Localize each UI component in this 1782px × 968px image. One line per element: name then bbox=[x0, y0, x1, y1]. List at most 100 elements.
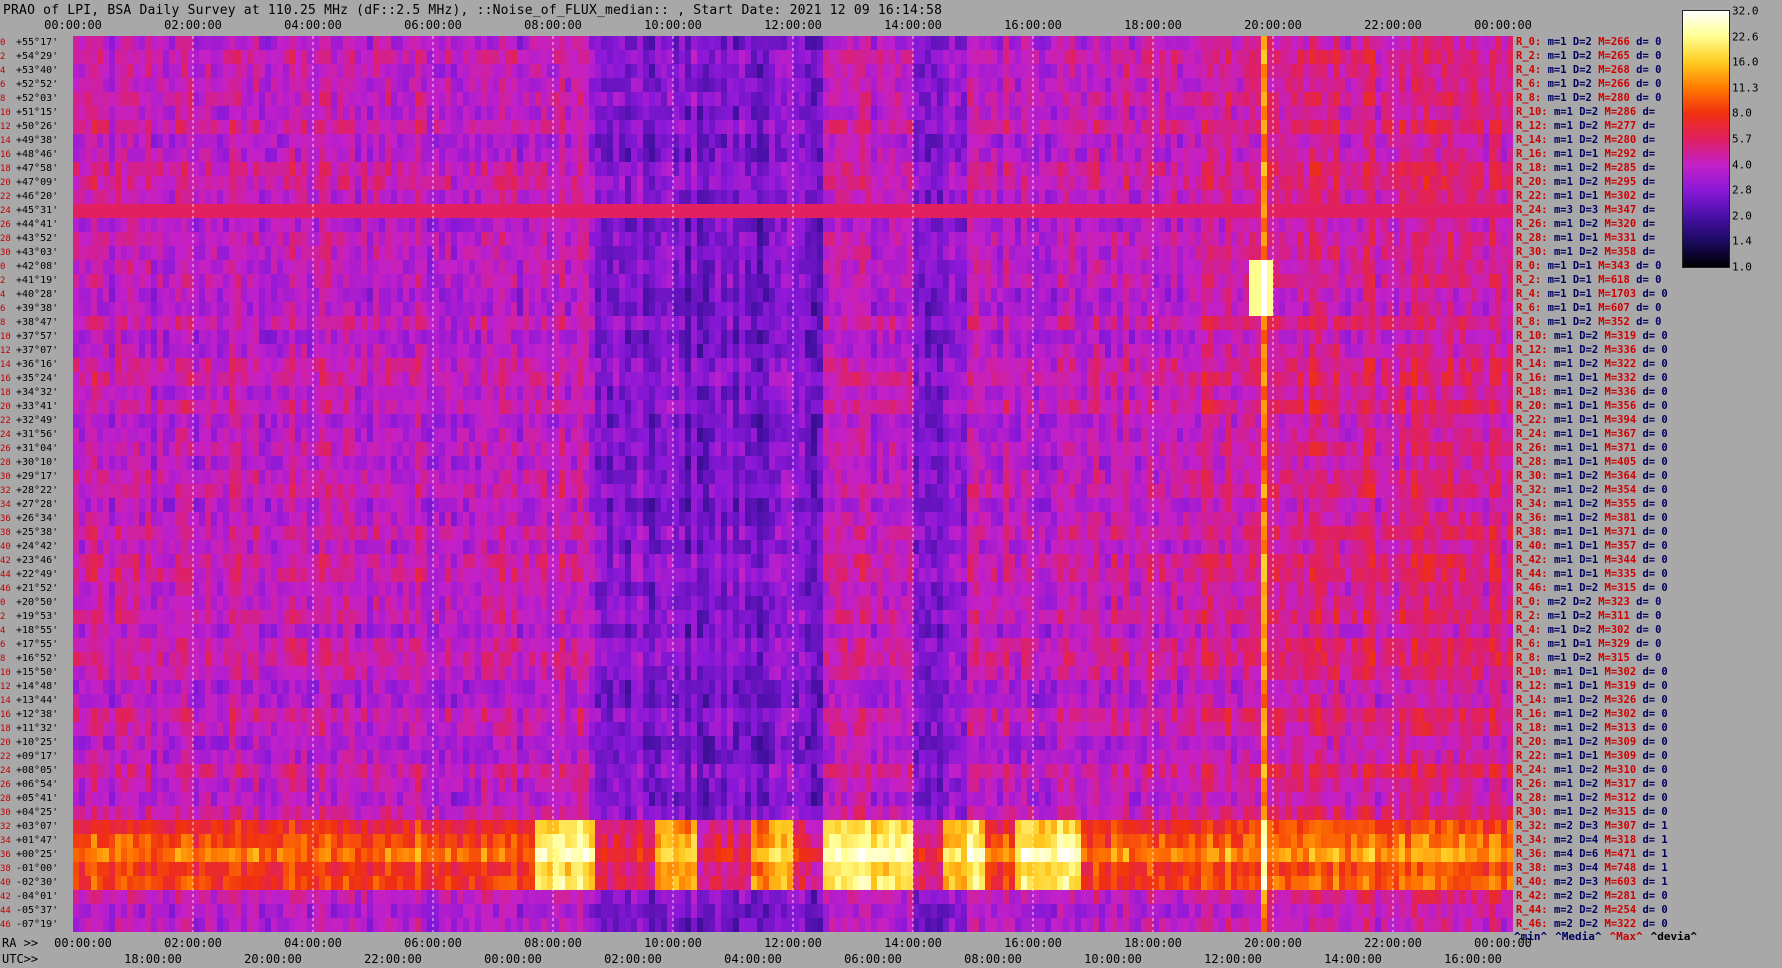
heatmap-cell bbox=[1453, 106, 1460, 121]
heatmap-cell bbox=[145, 162, 152, 177]
heatmap-cell bbox=[709, 120, 716, 135]
heatmap-cell bbox=[1393, 134, 1400, 149]
heatmap-cell bbox=[883, 218, 890, 233]
heatmap-cell bbox=[469, 176, 476, 191]
heatmap-cell bbox=[943, 176, 950, 191]
heatmap-cell bbox=[1069, 190, 1076, 205]
heatmap-cell bbox=[1237, 190, 1244, 205]
heatmap-cell bbox=[1123, 176, 1130, 191]
heatmap-cell bbox=[943, 92, 950, 107]
declination-value: +52°52' bbox=[16, 79, 59, 90]
beam-index-label: 38 bbox=[0, 528, 11, 538]
heatmap-cell bbox=[241, 204, 248, 219]
heatmap-cell bbox=[85, 232, 92, 247]
heatmap-cell bbox=[397, 232, 404, 247]
heatmap-cell bbox=[469, 106, 476, 121]
heatmap-cell bbox=[481, 204, 488, 219]
heatmap-cell bbox=[1435, 120, 1442, 135]
heatmap-cell bbox=[499, 190, 506, 205]
heatmap-cell bbox=[571, 190, 578, 205]
heatmap-cell bbox=[1327, 78, 1334, 93]
heatmap-cell bbox=[355, 148, 362, 163]
heatmap-cell bbox=[1075, 190, 1082, 205]
heatmap-cell bbox=[865, 218, 872, 233]
heatmap-cell bbox=[433, 246, 440, 261]
heatmap-cell bbox=[1231, 162, 1238, 177]
heatmap-cell bbox=[337, 288, 344, 303]
heatmap-cell bbox=[865, 162, 872, 177]
heatmap-cell bbox=[1285, 92, 1292, 107]
heatmap-cell bbox=[157, 106, 164, 121]
heatmap-cell bbox=[1129, 260, 1136, 275]
heatmap-cell bbox=[937, 246, 944, 261]
declination-value: +42°08' bbox=[16, 261, 59, 272]
heatmap-cell bbox=[1117, 50, 1124, 65]
heatmap-cell bbox=[1369, 134, 1376, 149]
declination-value: +37°07' bbox=[16, 345, 59, 356]
beam-index-label: 12 bbox=[0, 122, 11, 132]
heatmap-cell bbox=[1177, 176, 1184, 191]
heatmap-cell bbox=[811, 302, 818, 317]
heatmap-cell bbox=[1105, 50, 1112, 65]
heatmap-cell bbox=[763, 64, 770, 79]
heatmap-cell bbox=[145, 232, 152, 247]
heatmap-cell bbox=[913, 204, 920, 219]
heatmap-cell bbox=[595, 204, 602, 219]
heatmap-cell bbox=[415, 302, 422, 317]
heatmap-cell bbox=[1009, 274, 1016, 289]
heatmap-cell bbox=[937, 190, 944, 205]
heatmap-cell bbox=[487, 218, 494, 233]
heatmap-cell bbox=[829, 190, 836, 205]
heatmap-cell bbox=[577, 36, 584, 51]
heatmap-cell bbox=[313, 78, 320, 93]
heatmap-cell bbox=[469, 232, 476, 247]
heatmap-cell bbox=[1363, 288, 1370, 303]
heatmap-cell bbox=[715, 274, 722, 289]
heatmap-cell bbox=[151, 218, 158, 233]
heatmap-cell bbox=[127, 218, 134, 233]
heatmap-cell bbox=[481, 274, 488, 289]
declination-value: +11°32' bbox=[16, 723, 59, 734]
heatmap-cell bbox=[361, 274, 368, 289]
heatmap-cell bbox=[841, 302, 848, 317]
heatmap-cell bbox=[109, 64, 116, 79]
heatmap-plot[interactable] bbox=[73, 36, 1513, 932]
heatmap-cell bbox=[541, 218, 548, 233]
heatmap-cell bbox=[415, 190, 422, 205]
heatmap-cell bbox=[595, 50, 602, 65]
heatmap-cell bbox=[1495, 246, 1502, 261]
heatmap-cell bbox=[1117, 176, 1124, 191]
heatmap-cell bbox=[739, 134, 746, 149]
heatmap-cell bbox=[193, 162, 200, 177]
heatmap-cell bbox=[559, 274, 566, 289]
heatmap-cell bbox=[1135, 190, 1142, 205]
heatmap-cell bbox=[769, 218, 776, 233]
declination-label: 6 +17°55' bbox=[0, 639, 58, 651]
heatmap-cell bbox=[85, 190, 92, 205]
heatmap-cell bbox=[1195, 176, 1202, 191]
heatmap-cell bbox=[295, 302, 302, 317]
heatmap-cell bbox=[949, 204, 956, 219]
heatmap-cell bbox=[1303, 162, 1310, 177]
heatmap-cell bbox=[1231, 204, 1238, 219]
heatmap-cell bbox=[1081, 218, 1088, 233]
heatmap-cell bbox=[631, 288, 638, 303]
heatmap-cell bbox=[1189, 232, 1196, 247]
heatmap-cell bbox=[1219, 288, 1226, 303]
heatmap-cell bbox=[763, 274, 770, 289]
heatmap-cell bbox=[1213, 64, 1220, 79]
heatmap-cell bbox=[91, 78, 98, 93]
heatmap-cell bbox=[1225, 64, 1232, 79]
heatmap-cell bbox=[355, 36, 362, 51]
heatmap-cell bbox=[637, 92, 644, 107]
heatmap-cell bbox=[913, 120, 920, 135]
heatmap-cell bbox=[757, 190, 764, 205]
declination-label: 30 +04°25' bbox=[0, 807, 58, 819]
heatmap-cell bbox=[541, 64, 548, 79]
heatmap-cell bbox=[517, 204, 524, 219]
heatmap-cell bbox=[1033, 218, 1040, 233]
heatmap-cell bbox=[679, 176, 686, 191]
heatmap-cell bbox=[211, 92, 218, 107]
heatmap-cell bbox=[277, 232, 284, 247]
heatmap-cell bbox=[1051, 204, 1058, 219]
